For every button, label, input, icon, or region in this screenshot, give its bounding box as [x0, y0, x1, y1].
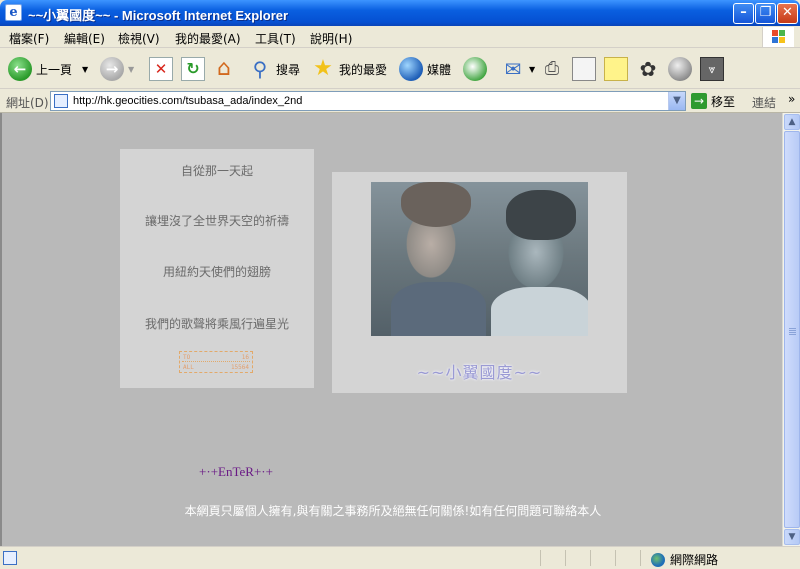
forward-button[interactable]: → ▼ [100, 55, 134, 83]
favorites-button[interactable]: ★ 我的最愛 [311, 55, 387, 83]
messenger-button[interactable]: ✿ [636, 55, 660, 83]
back-arrow-icon: ← [8, 57, 32, 81]
links-button[interactable]: 連結 [752, 94, 776, 111]
enter-link[interactable]: +·+EnTeR+·+ [2, 464, 470, 480]
discuss-button[interactable] [604, 55, 628, 83]
edit-page-icon [572, 57, 596, 81]
address-url[interactable]: http://hk.geocities.com/tsubasa_ada/inde… [73, 95, 302, 107]
poem-line: 用紐約天使們的翅膀 [162, 265, 271, 279]
menu-tools[interactable]: 工具(T) [255, 30, 296, 47]
research-icon: ⩔ [700, 57, 724, 81]
refresh-button[interactable]: ↻ [181, 55, 205, 83]
stop-button[interactable]: ✕ [149, 55, 173, 83]
printer-icon: ⎙ [544, 58, 560, 79]
status-bar: 網際網路 [0, 546, 800, 569]
address-label: 網址(D) [6, 96, 49, 110]
scroll-down-icon[interactable]: ▼ [784, 529, 800, 545]
favorites-label: 我的最愛 [339, 62, 388, 77]
forward-arrow-icon: → [100, 57, 124, 81]
stop-icon: ✕ [149, 57, 173, 81]
note-icon [604, 57, 628, 81]
menu-favorites[interactable]: 我的最愛(A) [175, 30, 241, 47]
address-input[interactable]: http://hk.geocities.com/tsubasa_ada/inde… [50, 91, 686, 111]
mail-icon: ✉ [504, 57, 522, 81]
media-label: 媒體 [427, 62, 452, 77]
page-viewport: 自從那一天起 讓埋沒了全世界天空的祈禱 用紐約天使們的翅膀 我們的歌聲將乘風行遍… [0, 113, 782, 546]
menu-view[interactable]: 檢視(V) [118, 30, 160, 47]
back-label: 上一頁 [36, 62, 73, 77]
scroll-up-icon[interactable]: ▲ [784, 114, 800, 130]
security-zone: 網際網路 [651, 551, 718, 568]
photo-panel: ~~小翼國度~~ [332, 172, 627, 393]
poem-line: 我們的歌聲將乘風行遍星光 [144, 317, 289, 331]
menu-edit[interactable]: 編輯(E) [64, 30, 105, 47]
back-button[interactable]: ← 上一頁 ▼ [8, 55, 88, 83]
media-button[interactable]: 媒體 [399, 55, 451, 83]
favorites-star-icon: ★ [313, 56, 333, 81]
page-status-icon [3, 551, 17, 565]
counter-today-value: 16 [241, 354, 249, 361]
address-dropdown-icon[interactable]: ▼ [668, 92, 685, 110]
minimize-button[interactable]: – [733, 3, 754, 24]
close-button[interactable]: ✕ [777, 3, 798, 24]
site-logo-caption: ~~小翼國度~~ [416, 363, 543, 382]
poem-line: 讓埋沒了全世界天空的祈禱 [144, 214, 289, 228]
forward-dropdown-icon[interactable]: ▼ [128, 65, 134, 74]
counter-today-label: TO [183, 354, 191, 361]
go-label: 移至 [711, 94, 736, 109]
edit-button[interactable] [572, 55, 596, 83]
restore-button[interactable]: ❐ [755, 3, 776, 24]
refresh-icon: ↻ [181, 57, 205, 81]
poem-line: 自從那一天起 [180, 164, 253, 178]
history-button[interactable] [463, 55, 487, 83]
menu-file[interactable]: 檔案(F) [9, 30, 49, 47]
ie-page-icon: e [5, 4, 22, 21]
home-icon: ⌂ [217, 56, 231, 81]
windows-flag-icon [762, 27, 794, 47]
chat-button[interactable] [668, 55, 692, 83]
title-bar: e ~~小翼國度~~ - Microsoft Internet Explorer… [0, 0, 800, 26]
history-clock-icon [463, 57, 487, 81]
disclaimer-text: 本網頁只屬個人擁有,與有關之事務所及絕無任何關係!如有任何問題可聯絡本人 [184, 504, 602, 518]
visitor-counter: TO 16 ALL 15564 [179, 351, 253, 373]
search-label: 搜尋 [276, 62, 301, 77]
counter-all-label: ALL [183, 364, 194, 371]
media-globe-icon [399, 57, 423, 81]
search-button[interactable]: ⚲ 搜尋 [248, 55, 300, 83]
mail-button[interactable]: ✉ ▼ [501, 55, 536, 83]
band-photo [371, 182, 588, 336]
poem-panel: 自從那一天起 讓埋沒了全世界天空的祈禱 用紐約天使們的翅膀 我們的歌聲將乘風行遍… [120, 149, 314, 388]
toolbar-more-icon[interactable]: » [788, 92, 795, 106]
window-title: ~~小翼國度~~ - Microsoft Internet Explorer [28, 8, 289, 23]
chat-bubble-icon [668, 57, 692, 81]
vertical-scrollbar[interactable]: ▲ ▼ [782, 113, 800, 546]
mail-dropdown-icon[interactable]: ▼ [529, 65, 535, 74]
menu-help[interactable]: 說明(H) [310, 30, 352, 47]
address-bar: 網址(D) http://hk.geocities.com/tsubasa_ad… [0, 89, 800, 113]
page-icon [54, 94, 68, 108]
print-button[interactable]: ⎙ [540, 55, 564, 83]
flower-icon: ✿ [639, 57, 657, 81]
back-dropdown-icon[interactable]: ▼ [82, 65, 88, 74]
search-icon: ⚲ [252, 57, 268, 81]
counter-all-value: 15564 [230, 364, 249, 371]
go-arrow-icon: → [691, 93, 707, 109]
menu-bar: 檔案(F) 編輯(E) 檢視(V) 我的最愛(A) 工具(T) 說明(H) [0, 26, 800, 48]
go-button[interactable]: → 移至 [691, 92, 735, 110]
home-button[interactable]: ⌂ [212, 55, 236, 83]
toolbar: ← 上一頁 ▼ → ▼ ✕ ↻ ⌂ ⚲ 搜尋 ★ 我的最愛 媒體 ✉ ▼ ⎙ ✿… [0, 49, 800, 89]
scroll-thumb[interactable] [784, 131, 800, 528]
research-button[interactable]: ⩔ [700, 55, 724, 83]
zone-label: 網際網路 [670, 553, 719, 567]
internet-globe-icon [651, 552, 665, 567]
